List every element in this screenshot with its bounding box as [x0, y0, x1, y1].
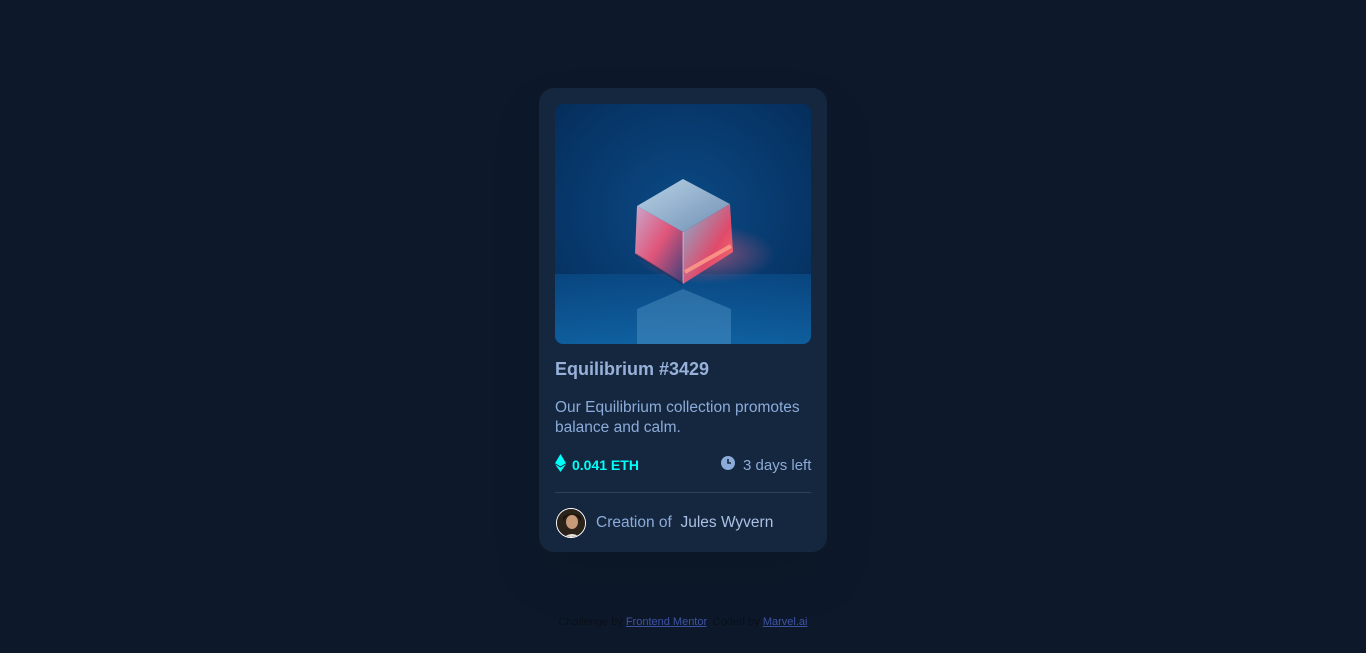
attribution-prefix: Challenge by [558, 616, 623, 628]
ethereum-icon [555, 453, 566, 477]
divider [555, 492, 811, 493]
creator-name-link[interactable]: Jules Wyvern [680, 514, 773, 531]
time-left: 3 days left [743, 456, 812, 474]
coder-link[interactable]: Marvel.ai [763, 616, 808, 628]
page: Equilibrium #3429 Our Equilibrium collec… [0, 0, 1366, 653]
creator-label: Creation of Jules Wyvern [596, 514, 773, 532]
attribution: Challenge by Frontend Mentor. Coded by M… [0, 616, 1366, 628]
attribution-middle: . Coded by [706, 616, 760, 628]
nft-card: Equilibrium #3429 Our Equilibrium collec… [539, 88, 827, 552]
avatar [556, 508, 586, 538]
nft-title[interactable]: Equilibrium #3429 [555, 359, 709, 380]
equilibrium-cube-image [555, 104, 811, 344]
time-info: 3 days left [721, 454, 811, 476]
clock-icon [721, 455, 735, 475]
frontend-mentor-link[interactable]: Frontend Mentor [626, 616, 707, 628]
creator-prefix: Creation of [596, 514, 672, 531]
nft-image[interactable] [555, 104, 811, 344]
nft-description: Our Equilibrium collection promotes bala… [555, 399, 800, 436]
price-info: 0.041 ETH [555, 453, 639, 477]
creator-info: Creation of Jules Wyvern [556, 508, 773, 538]
price-value: 0.041 ETH [572, 457, 639, 473]
